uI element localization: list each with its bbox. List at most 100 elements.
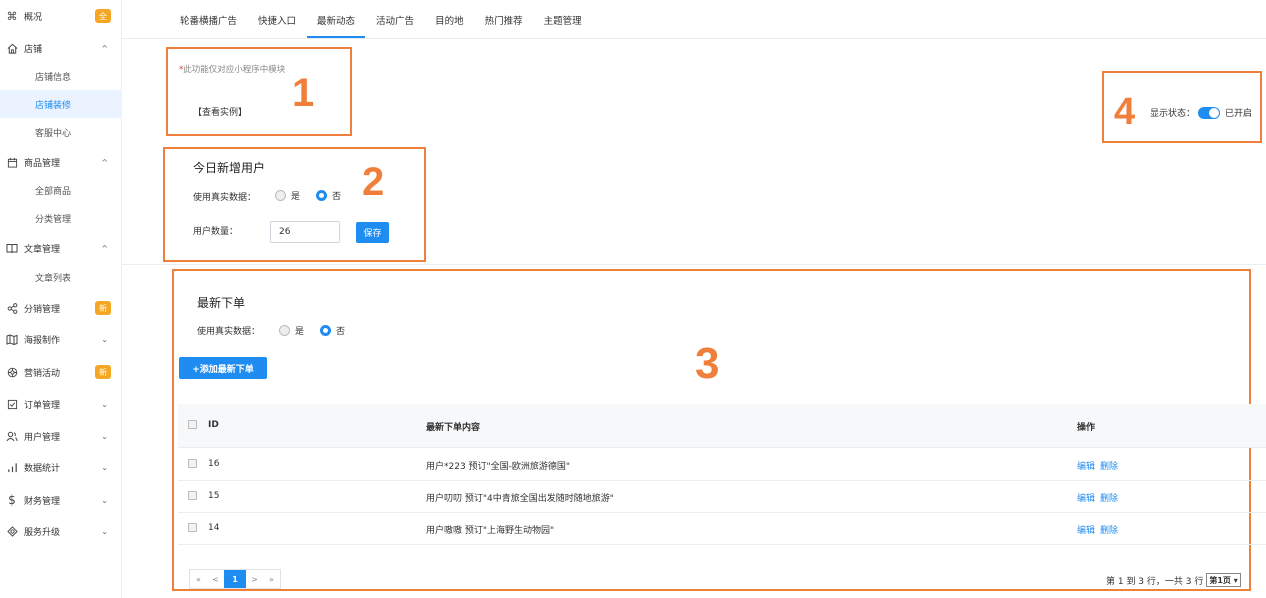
sidebar-item-overview[interactable]: ⌘ 概况 全 — [0, 3, 122, 29]
radio-dot-selected — [316, 190, 327, 201]
orders-real-data-no-radio[interactable]: 否 — [320, 324, 345, 337]
badge: 新 — [95, 301, 111, 315]
chevron-up-icon: ^ — [101, 43, 108, 53]
tab-theme-manage[interactable]: 主题管理 — [544, 0, 582, 38]
badge: 全 — [95, 9, 111, 23]
sidebar-item-users[interactable]: 用户管理 ⌄ — [0, 423, 122, 449]
sidebar-item-marketing[interactable]: 营销活动 新 — [0, 359, 122, 385]
home-icon — [6, 42, 18, 54]
sidebar-item-shop[interactable]: 店铺 ^ — [0, 35, 122, 61]
pagination: « < 1 > » — [189, 569, 281, 589]
map-icon — [6, 333, 18, 345]
sidebar-item-distribution[interactable]: 分销管理 新 — [0, 295, 122, 321]
sidebar-item-upgrade[interactable]: 服务升级 ⌄ — [0, 518, 122, 544]
row-content: 用户嗷嗷 预订"上海野生动物园" — [426, 526, 555, 536]
page-select[interactable]: 第1页 ▾ — [1206, 573, 1241, 587]
sidebar-sub-all-goods[interactable]: 全部商品 — [0, 176, 122, 204]
sidebar-sub-shop-info[interactable]: 店铺信息 — [0, 62, 122, 90]
row-content: 用户叨叨 预订"4中青旅全国出发随时随地旅游" — [426, 494, 614, 504]
row-checkbox[interactable] — [188, 491, 197, 500]
tab-destination[interactable]: 目的地 — [435, 0, 464, 38]
row-checkbox[interactable] — [188, 459, 197, 468]
chevron-down-icon: ⌄ — [101, 526, 108, 536]
row-content: 用户*223 预订"全国-欧洲旅游德国" — [426, 462, 571, 472]
edit-link[interactable]: 编辑 — [1077, 491, 1095, 504]
sidebar-item-finance[interactable]: $ 财务管理 ⌄ — [0, 487, 122, 513]
add-latest-order-button[interactable]: +添加最新下单 — [179, 357, 267, 379]
sidebar-sub-article-list[interactable]: 文章列表 — [0, 263, 122, 291]
chevron-down-icon: ⌄ — [101, 495, 108, 505]
delete-link[interactable]: 删除 — [1100, 523, 1118, 536]
sidebar-item-article[interactable]: 文章管理 ^ — [0, 235, 122, 261]
chevron-down-icon: ⌄ — [101, 431, 108, 441]
radio-dot-selected — [320, 325, 331, 336]
chevron-down-icon: ⌄ — [101, 399, 108, 409]
sidebar-sub-customer-service[interactable]: 客服中心 — [0, 118, 122, 146]
delete-link[interactable]: 删除 — [1100, 459, 1118, 472]
tab-quick-entry[interactable]: 快捷入口 — [258, 0, 296, 38]
row-checkbox[interactable] — [188, 523, 197, 532]
user-count-label: 用户数量： — [193, 227, 239, 237]
delete-link[interactable]: 删除 — [1100, 491, 1118, 504]
annotation-number-1: 1 — [292, 71, 315, 115]
radio-dot — [275, 190, 286, 201]
radio-dot — [279, 325, 290, 336]
next-page-button[interactable]: > — [246, 570, 263, 588]
tab-bar: 轮番横播广告 快捷入口 最新动态 活动广告 目的地 热门推荐 主题管理 — [180, 0, 603, 38]
book-icon — [6, 242, 18, 254]
save-button[interactable]: 保存 — [356, 222, 389, 243]
last-page-button[interactable]: » — [263, 570, 280, 588]
column-id: ID — [208, 420, 219, 430]
first-page-button[interactable]: « — [190, 570, 207, 588]
users-icon — [6, 430, 18, 442]
chevron-down-icon: ⌄ — [101, 334, 108, 344]
tab-divider — [122, 38, 1266, 39]
chevron-up-icon: ^ — [101, 157, 108, 167]
row-id: 16 — [208, 459, 220, 469]
user-count-input[interactable]: 26 — [270, 221, 340, 243]
column-actions: 操作 — [1077, 423, 1096, 433]
annotation-number-2: 2 — [362, 160, 385, 204]
command-icon: ⌘ — [6, 9, 18, 23]
calendar-icon — [6, 156, 18, 168]
display-status-toggle[interactable] — [1198, 106, 1221, 119]
bar-chart-icon — [6, 461, 18, 473]
tab-carousel-ads[interactable]: 轮番横播广告 — [180, 0, 237, 38]
sidebar-item-poster[interactable]: 海报制作 ⌄ — [0, 326, 122, 352]
real-data-yes-radio[interactable]: 是 — [275, 189, 300, 202]
table-row: 14 用户嗷嗷 预订"上海野生动物园" 编辑 删除 — [178, 513, 1266, 545]
annotation-box-1 — [166, 47, 352, 136]
sidebar-item-goods[interactable]: 商品管理 ^ — [0, 149, 122, 175]
dollar-icon: $ — [8, 493, 16, 507]
table-row: 15 用户叨叨 预订"4中青旅全国出发随时随地旅游" 编辑 删除 — [178, 481, 1266, 513]
checkbox-list-icon — [6, 398, 18, 410]
orders-real-data-yes-radio[interactable]: 是 — [279, 324, 304, 337]
sidebar: ⌘ 概况 全 店铺 ^ 店铺信息 店铺装修 客服中心 商品管理 ^ 全部商品 分… — [0, 0, 122, 598]
display-status-value: 已开启 — [1225, 109, 1253, 119]
tab-latest-news[interactable]: 最新动态 — [307, 0, 366, 38]
prev-page-button[interactable]: < — [207, 570, 224, 588]
edit-link[interactable]: 编辑 — [1077, 459, 1095, 472]
new-users-title: 今日新增用户 — [193, 161, 266, 175]
annotation-number-3: 3 — [695, 339, 720, 388]
sidebar-sub-category[interactable]: 分类管理 — [0, 204, 122, 232]
sidebar-sub-shop-decoration[interactable]: 店铺装修 — [0, 90, 122, 118]
annotation-number-4: 4 — [1114, 91, 1136, 133]
edit-link[interactable]: 编辑 — [1077, 523, 1095, 536]
badge: 新 — [95, 365, 111, 379]
sidebar-item-orders[interactable]: 订单管理 ⌄ — [0, 391, 122, 417]
real-data-no-radio[interactable]: 否 — [316, 189, 341, 202]
service-icon — [6, 525, 18, 537]
row-id: 15 — [208, 491, 220, 501]
sidebar-item-statistics[interactable]: 数据统计 ⌄ — [0, 454, 122, 480]
share-icon — [6, 302, 18, 314]
settings-gear-icon — [6, 366, 18, 378]
tab-activity-ads[interactable]: 活动广告 — [376, 0, 414, 38]
pagination-summary: 第 1 到 3 行，一共 3 行 — [1106, 576, 1204, 587]
column-content: 最新下单内容 — [426, 423, 481, 433]
view-example-link[interactable]: 【查看实例】 — [193, 105, 247, 118]
page-1-button[interactable]: 1 — [224, 570, 246, 588]
tab-hot-recommend[interactable]: 热门推荐 — [485, 0, 523, 38]
select-all-checkbox[interactable] — [188, 420, 197, 429]
display-status-label: 显示状态： — [1150, 109, 1196, 119]
